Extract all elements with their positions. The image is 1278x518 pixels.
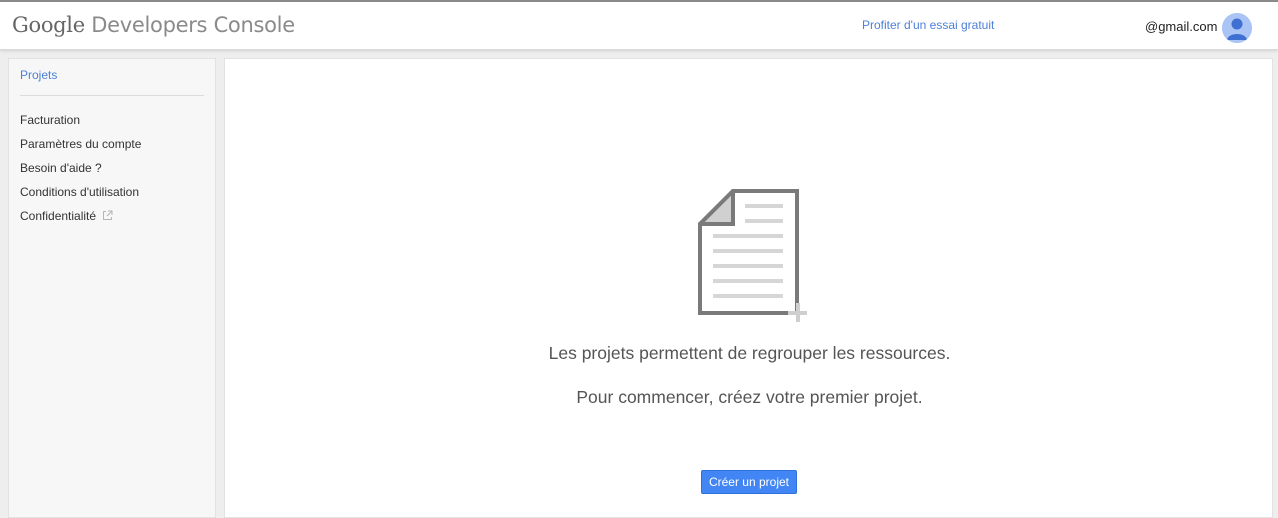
logo-brand: Google bbox=[12, 13, 85, 37]
free-trial-link[interactable]: Profiter d'un essai gratuit bbox=[862, 18, 994, 32]
console-logo[interactable]: Google Developers Console bbox=[12, 13, 295, 37]
sidebar-divider bbox=[20, 95, 204, 96]
sidebar-item-parametres-du-compte[interactable]: Paramètres du compte bbox=[20, 137, 141, 151]
top-bar: Google Developers Console Profiter d'un … bbox=[0, 0, 1278, 50]
avatar[interactable] bbox=[1222, 13, 1252, 43]
new-document-icon bbox=[698, 189, 807, 322]
sidebar-item-label: Confidentialité bbox=[20, 209, 97, 223]
external-link-icon bbox=[103, 210, 113, 220]
account-email[interactable]: @gmail.com bbox=[1145, 19, 1217, 34]
user-avatar-icon bbox=[1222, 13, 1252, 43]
sidebar-item-besoin-d-aide[interactable]: Besoin d'aide ? bbox=[20, 161, 102, 175]
sidebar-item-conditions-d-utilisation[interactable]: Conditions d'utilisation bbox=[20, 185, 139, 199]
main-panel: Les projets permettent de regrouper les … bbox=[224, 58, 1273, 518]
sidebar-item-facturation[interactable]: Facturation bbox=[20, 113, 80, 127]
empty-state-message-1: Les projets permettent de regrouper les … bbox=[548, 343, 951, 363]
sidebar-item-confidentialite[interactable]: Confidentialité bbox=[20, 209, 113, 223]
sidebar-item-projets[interactable]: Projets bbox=[20, 68, 57, 82]
logo-product: Developers Console bbox=[91, 13, 295, 37]
sidebar: Projets Facturation Paramètres du compte… bbox=[8, 58, 216, 518]
create-project-button[interactable]: Créer un projet bbox=[701, 470, 797, 494]
empty-state-message-2: Pour commencer, créez votre premier proj… bbox=[576, 387, 923, 407]
